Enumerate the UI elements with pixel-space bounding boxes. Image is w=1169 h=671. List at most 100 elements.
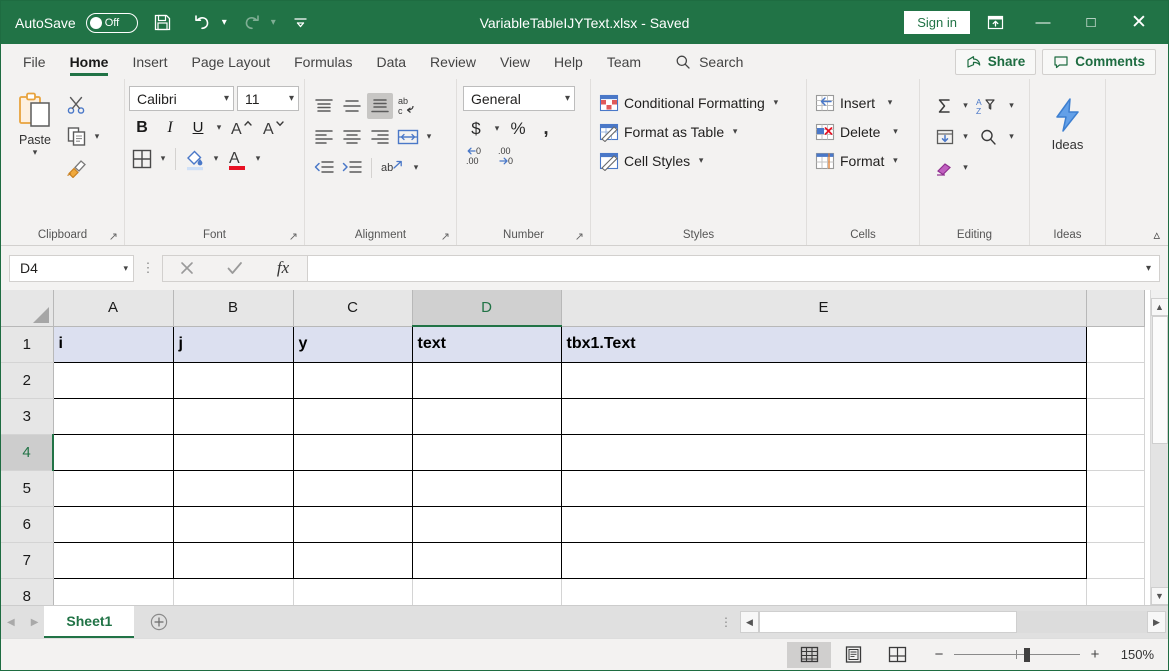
horizontal-scroll-track[interactable] bbox=[759, 611, 1147, 633]
number-dialog-launcher[interactable]: ↗ bbox=[575, 230, 584, 243]
underline-button[interactable]: U bbox=[185, 115, 211, 141]
cell-d4[interactable] bbox=[412, 434, 562, 471]
ribbon-display-options-icon[interactable] bbox=[972, 1, 1018, 44]
scissors-icon[interactable] bbox=[63, 93, 89, 119]
align-middle-icon[interactable] bbox=[339, 93, 365, 119]
cell-d2[interactable] bbox=[412, 362, 562, 399]
customize-quick-access-toolbar-icon[interactable] bbox=[286, 8, 316, 38]
number-format-combo[interactable]: General ▾ bbox=[463, 86, 575, 111]
row-header-6[interactable]: 6 bbox=[1, 506, 54, 543]
insert-cells-chevron-down-icon[interactable]: ▾ bbox=[884, 97, 896, 108]
merge-and-center-icon[interactable] bbox=[395, 124, 421, 150]
align-right-icon[interactable] bbox=[367, 124, 393, 150]
clipboard-dialog-launcher[interactable]: ↗ bbox=[109, 230, 118, 243]
delete-cells-button[interactable]: Delete ▾ bbox=[815, 117, 919, 146]
decrease-indent-icon[interactable] bbox=[311, 155, 337, 181]
bold-button[interactable]: B bbox=[129, 115, 155, 141]
delete-cells-chevron-down-icon[interactable]: ▾ bbox=[889, 126, 901, 137]
cell-f5[interactable] bbox=[1086, 470, 1145, 507]
cell-f2[interactable] bbox=[1086, 362, 1145, 399]
collapse-ribbon-icon[interactable]: ▵ bbox=[1153, 227, 1160, 243]
save-icon[interactable] bbox=[148, 8, 178, 38]
cell-e2[interactable] bbox=[561, 362, 1087, 399]
cell-c8[interactable] bbox=[293, 578, 413, 605]
scroll-up-icon[interactable]: ▲ bbox=[1150, 298, 1168, 316]
align-center-icon[interactable] bbox=[339, 124, 365, 150]
copy-chevron-down-icon[interactable]: ▾ bbox=[91, 131, 103, 142]
currency-chevron-down-icon[interactable]: ▾ bbox=[491, 123, 503, 134]
close-button[interactable]: ✕ bbox=[1116, 1, 1162, 44]
column-header-d[interactable]: D bbox=[412, 290, 562, 327]
enter-icon[interactable] bbox=[211, 256, 259, 281]
font-color-chevron-down-icon[interactable]: ▾ bbox=[252, 153, 264, 164]
tab-formulas[interactable]: Formulas bbox=[282, 44, 364, 79]
cell-c3[interactable] bbox=[293, 398, 413, 435]
cell-d3[interactable] bbox=[412, 398, 562, 435]
cell-a4[interactable] bbox=[52, 434, 174, 471]
conditional-formatting-chevron-down-icon[interactable]: ▾ bbox=[770, 97, 782, 108]
comma-format-button[interactable]: , bbox=[533, 116, 559, 142]
column-header-blank[interactable] bbox=[1086, 290, 1145, 327]
row-header-7[interactable]: 7 bbox=[1, 542, 54, 579]
zoom-in-button[interactable]: + bbox=[1089, 646, 1101, 663]
row-header-1[interactable]: 1 bbox=[1, 326, 54, 363]
sort-and-filter-icon[interactable]: AZ bbox=[974, 93, 1004, 119]
tab-team[interactable]: Team bbox=[595, 44, 653, 79]
copy-icon[interactable] bbox=[63, 124, 89, 150]
tab-file[interactable]: File bbox=[11, 44, 58, 79]
row-header-3[interactable]: 3 bbox=[1, 398, 54, 435]
format-painter-icon[interactable] bbox=[63, 155, 89, 181]
align-bottom-icon[interactable] bbox=[367, 92, 393, 119]
font-name-chevron-down-icon[interactable]: ▾ bbox=[218, 93, 229, 104]
tab-insert[interactable]: Insert bbox=[120, 44, 179, 79]
format-as-table-button[interactable]: Format as Table ▾ bbox=[599, 117, 806, 146]
page-layout-view-icon[interactable] bbox=[831, 642, 875, 668]
fill-color-chevron-down-icon[interactable]: ▾ bbox=[210, 153, 222, 164]
add-sheet-icon[interactable] bbox=[134, 606, 184, 638]
find-select-chevron-down-icon[interactable]: ▾ bbox=[1006, 131, 1018, 142]
expand-formula-bar-chevron-down-icon[interactable]: ▾ bbox=[1146, 263, 1151, 274]
formula-bar-splitter[interactable]: ⋮ bbox=[134, 261, 162, 274]
cell-f8[interactable] bbox=[1086, 578, 1145, 605]
fill-color-icon[interactable] bbox=[182, 146, 208, 172]
cell-a3[interactable] bbox=[52, 398, 174, 435]
font-name-combo[interactable]: Calibri ▾ bbox=[129, 86, 234, 111]
share-button[interactable]: Share bbox=[954, 48, 1037, 75]
format-cells-chevron-down-icon[interactable]: ▾ bbox=[889, 155, 901, 166]
decrease-decimal-icon[interactable]: .00 0 bbox=[495, 143, 525, 169]
find-and-select-icon[interactable] bbox=[974, 124, 1004, 150]
undo-icon[interactable] bbox=[188, 8, 218, 38]
font-size-chevron-down-icon[interactable]: ▾ bbox=[283, 93, 294, 104]
ideas-button[interactable]: Ideas bbox=[1037, 87, 1099, 152]
cell-a8[interactable] bbox=[53, 578, 174, 605]
row-header-4[interactable]: 4 bbox=[1, 434, 54, 471]
format-cells-button[interactable]: Format ▾ bbox=[815, 146, 919, 175]
wrap-text-chevron-down-icon[interactable]: ▾ bbox=[410, 162, 422, 173]
conditional-formatting-button[interactable]: Conditional Formatting ▾ bbox=[599, 88, 806, 117]
cell-e1[interactable]: tbx1.Text bbox=[561, 326, 1087, 363]
cell-b6[interactable] bbox=[173, 506, 294, 543]
cell-a7[interactable] bbox=[52, 542, 174, 579]
horizontal-scrollbar[interactable]: ◀ ▶ bbox=[738, 606, 1168, 638]
name-box[interactable]: D4 ▾ bbox=[9, 254, 134, 282]
comments-button[interactable]: Comments bbox=[1042, 48, 1156, 75]
scroll-left-icon[interactable]: ◀ bbox=[740, 611, 759, 633]
cell-a2[interactable] bbox=[52, 362, 174, 399]
currency-format-button[interactable]: $ bbox=[463, 116, 489, 142]
cell-d8[interactable] bbox=[412, 578, 562, 605]
cell-b1[interactable]: j bbox=[173, 326, 294, 363]
worksheet-grid[interactable]: A B C D E 1 i j y text tbx1.Text 2 3 4 5… bbox=[1, 290, 1150, 605]
column-header-e[interactable]: E bbox=[561, 290, 1087, 327]
search-input[interactable]: Search bbox=[699, 54, 743, 70]
font-color-icon[interactable]: A bbox=[224, 146, 250, 172]
cell-c5[interactable] bbox=[293, 470, 413, 507]
cell-b7[interactable] bbox=[173, 542, 294, 579]
column-header-b[interactable]: B bbox=[173, 290, 294, 327]
paste-chevron-down-icon[interactable]: ▾ bbox=[33, 147, 38, 158]
cell-d5[interactable] bbox=[412, 470, 562, 507]
row-header-2[interactable]: 2 bbox=[1, 362, 54, 399]
cell-a1[interactable]: i bbox=[52, 326, 174, 363]
fill-chevron-down-icon[interactable]: ▾ bbox=[960, 131, 972, 142]
clear-icon[interactable] bbox=[932, 155, 958, 181]
wrap-text-icon[interactable]: ab bbox=[378, 155, 408, 181]
